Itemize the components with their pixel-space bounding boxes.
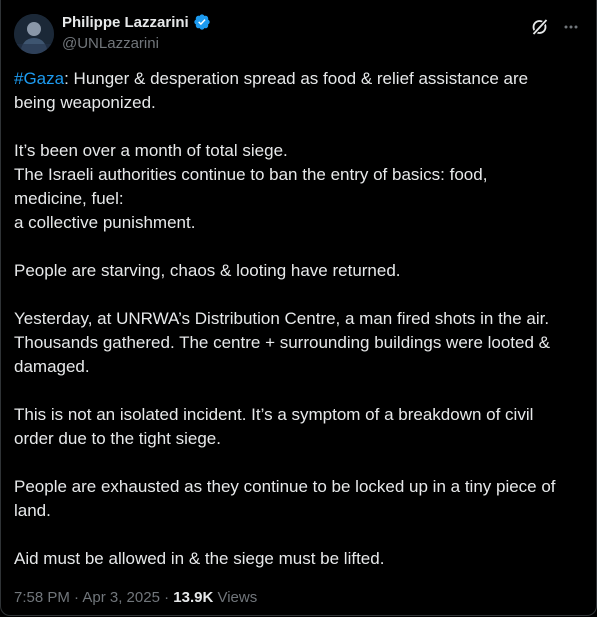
post-line: a collective punishment. xyxy=(14,213,196,232)
post-line: This is not an isolated incident. It’s a… xyxy=(14,405,534,424)
post-paragraph: #Gaza: Hunger & desperation spread as fo… xyxy=(14,67,584,115)
post-line: Aid must be allowed in & the siege must … xyxy=(14,549,385,568)
author-name-row: Philippe Lazzarini xyxy=(62,13,211,31)
post-line: People are exhausted as they continue to… xyxy=(14,477,556,496)
post-line: order due to the tight siege. xyxy=(14,429,221,448)
post-line: medicine, fuel: xyxy=(14,189,124,208)
post-line: It’s been over a month of total siege. xyxy=(14,141,288,160)
more-horizontal-icon[interactable] xyxy=(561,17,581,37)
post-line: Yesterday, at UNRWA’s Distribution Centr… xyxy=(14,309,550,328)
post-line: People are starving, chaos & looting hav… xyxy=(14,261,401,280)
avatar-image xyxy=(14,14,54,54)
post-paragraph: People are starving, chaos & looting hav… xyxy=(14,259,584,283)
post-line: being weaponized. xyxy=(14,93,156,112)
post-paragraph: Aid must be allowed in & the siege must … xyxy=(14,547,584,571)
post-paragraph: This is not an isolated incident. It’s a… xyxy=(14,403,584,451)
post-paragraph: People are exhausted as they continue to… xyxy=(14,475,584,523)
verified-badge-icon[interactable] xyxy=(193,13,211,31)
post-card: Philippe Lazzarini @UNLazzarini #Gaza: H… xyxy=(0,0,597,616)
post-line: The Israeli authorities continue to ban … xyxy=(14,165,488,184)
post-paragraph: Yesterday, at UNRWA’s Distribution Centr… xyxy=(14,307,584,379)
post-paragraph: It’s been over a month of total siege. T… xyxy=(14,139,584,235)
author-handle[interactable]: @UNLazzarini xyxy=(62,35,159,52)
post-line: damaged. xyxy=(14,357,90,376)
post-text: #Gaza: Hunger & desperation spread as fo… xyxy=(14,67,584,571)
post-line: Thousands gathered. The centre + surroun… xyxy=(14,333,551,352)
post-timestamp[interactable]: 7:58 PM · Apr 3, 2025 · xyxy=(14,589,173,606)
views-count: 13.9K xyxy=(173,589,214,606)
author-display-name[interactable]: Philippe Lazzarini xyxy=(62,14,189,31)
post-line: : Hunger & desperation spread as food & … xyxy=(64,69,529,88)
grok-icon[interactable] xyxy=(530,17,550,37)
post-meta: 7:58 PM · Apr 3, 2025 · 13.9K Views xyxy=(14,589,257,606)
avatar[interactable] xyxy=(14,14,54,54)
views-label: Views xyxy=(213,589,258,606)
post-line: land. xyxy=(14,501,51,520)
hashtag-link[interactable]: #Gaza xyxy=(14,69,64,88)
